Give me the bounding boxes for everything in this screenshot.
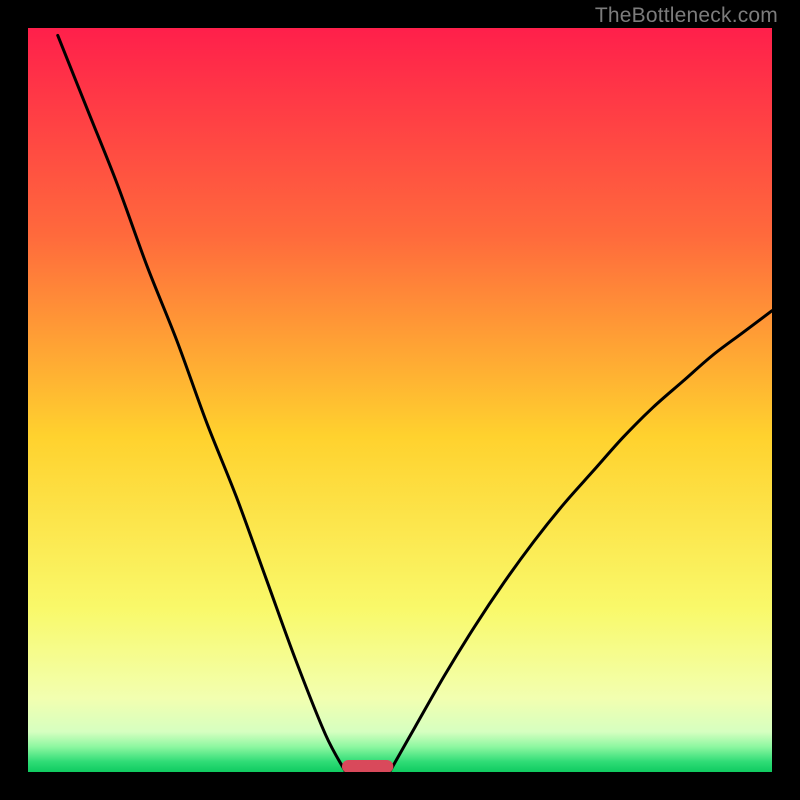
watermark-text: TheBottleneck.com xyxy=(595,4,778,28)
bottleneck-chart xyxy=(0,0,800,800)
optimum-marker xyxy=(342,760,393,773)
